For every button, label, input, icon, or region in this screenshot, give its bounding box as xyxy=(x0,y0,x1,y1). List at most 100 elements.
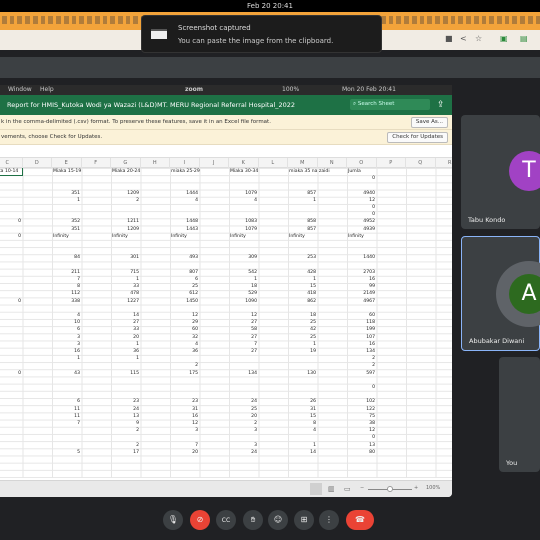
participant-tile-tabu[interactable]: T Tabu Kondo xyxy=(461,115,540,229)
bookmark-icon[interactable] xyxy=(118,16,123,24)
column-header-O[interactable]: O xyxy=(347,158,377,168)
cell[interactable]: 857 xyxy=(288,190,317,197)
cell[interactable]: 7 xyxy=(52,276,81,283)
cell[interactable]: 43 xyxy=(52,370,81,377)
cell[interactable]: 418 xyxy=(288,290,317,297)
menu-window[interactable]: Window xyxy=(8,85,32,95)
cell[interactable]: 15 xyxy=(288,413,317,420)
cell[interactable]: 2 xyxy=(111,427,140,434)
check-updates-button[interactable]: Check for Updates xyxy=(387,132,448,143)
cell[interactable]: 99 xyxy=(347,283,376,290)
cell[interactable]: 6 xyxy=(52,326,81,333)
cell[interactable]: 857 xyxy=(288,226,317,233)
raise-hand-button[interactable]: ✋︎ xyxy=(243,510,263,530)
cell[interactable]: 1090 xyxy=(229,298,258,305)
cell[interactable]: 338 xyxy=(52,298,81,305)
cell[interactable]: 27 xyxy=(229,348,258,355)
bookmark-icon[interactable] xyxy=(473,16,479,24)
cell[interactable]: 24 xyxy=(111,406,140,413)
cell[interactable]: 1083 xyxy=(229,218,258,225)
cell[interactable]: 10 xyxy=(52,319,81,326)
bookmark-icon[interactable] xyxy=(411,16,417,24)
cell[interactable]: 1 xyxy=(52,197,81,204)
zoom-slider-thumb[interactable] xyxy=(387,486,393,492)
cell[interactable]: 4 xyxy=(52,312,81,319)
cell[interactable]: 14 xyxy=(288,449,317,456)
cell[interactable]: 1450 xyxy=(170,298,199,305)
cell[interactable]: 478 xyxy=(111,290,140,297)
cell[interactable]: iaka 10-14 xyxy=(0,168,23,177)
cell[interactable]: 6 xyxy=(170,276,199,283)
cell[interactable]: 9 xyxy=(111,420,140,427)
cell[interactable]: 0 xyxy=(0,218,22,225)
cell[interactable]: 0 xyxy=(347,204,376,211)
bookmark-icon[interactable] xyxy=(56,16,61,24)
bookmark-icon[interactable] xyxy=(94,16,100,24)
cell[interactable]: 0 xyxy=(0,233,22,240)
page-layout-icon[interactable]: ▥ xyxy=(328,485,335,493)
cell[interactable]: 807 xyxy=(170,269,199,276)
cell[interactable]: 0 xyxy=(347,434,376,441)
cell[interactable]: 1079 xyxy=(229,226,258,233)
cell[interactable]: 4967 xyxy=(347,298,376,305)
cell[interactable]: 3 xyxy=(52,341,81,348)
cell[interactable]: 2 xyxy=(111,442,140,449)
cell[interactable]: 134 xyxy=(229,370,258,377)
cell[interactable]: miaka 35 na zaidi xyxy=(288,168,330,175)
column-header-P[interactable]: P xyxy=(377,158,406,168)
column-header-D[interactable]: D xyxy=(23,158,52,168)
cell[interactable]: 16 xyxy=(170,413,199,420)
cell[interactable]: 862 xyxy=(288,298,317,305)
screenshot-notification[interactable]: Screenshot captured You can paste the im… xyxy=(141,15,382,53)
cell[interactable]: 115 xyxy=(111,370,140,377)
bookmark-icon[interactable] xyxy=(17,16,23,24)
bookmark-icon[interactable] xyxy=(25,16,30,24)
present-button[interactable]: ⊞ xyxy=(294,510,314,530)
column-header-Q[interactable]: Q xyxy=(406,158,436,168)
column-header-J[interactable]: J xyxy=(200,158,229,168)
cell[interactable]: 8 xyxy=(288,420,317,427)
cell[interactable]: 253 xyxy=(288,254,317,261)
cell[interactable]: 1 xyxy=(288,197,317,204)
cell[interactable]: Jumla xyxy=(347,168,376,175)
emoji-button[interactable]: ☺ xyxy=(268,510,288,530)
cell[interactable]: 32 xyxy=(170,334,199,341)
cell[interactable]: 3 xyxy=(170,427,199,434)
bookmark-icon[interactable] xyxy=(458,16,464,24)
cell[interactable]: 23 xyxy=(170,398,199,405)
cell[interactable]: 11 xyxy=(52,413,81,420)
cell[interactable]: 20 xyxy=(229,413,258,420)
cell[interactable]: 1 xyxy=(111,276,140,283)
column-header-G[interactable]: G xyxy=(111,158,141,168)
cell[interactable]: 27 xyxy=(229,319,258,326)
cell[interactable]: 27 xyxy=(229,334,258,341)
cell[interactable]: 0 xyxy=(347,175,376,182)
cell[interactable]: 84 xyxy=(52,254,81,261)
cell[interactable]: 2 xyxy=(170,362,199,369)
cell[interactable]: 4939 xyxy=(347,226,376,233)
cell[interactable]: Infinity xyxy=(170,233,199,240)
cell[interactable]: 0 xyxy=(347,384,376,391)
cell[interactable]: 42 xyxy=(288,326,317,333)
cell[interactable]: Miaka 20-24 xyxy=(111,168,140,175)
column-header-K[interactable]: K xyxy=(229,158,259,168)
cell[interactable]: 26 xyxy=(288,398,317,405)
cell[interactable]: 1209 xyxy=(111,226,140,233)
cell[interactable]: 4 xyxy=(288,427,317,434)
cell[interactable]: 1 xyxy=(229,276,258,283)
cell[interactable]: 60 xyxy=(347,312,376,319)
cell[interactable]: 2 xyxy=(229,420,258,427)
cell[interactable]: 529 xyxy=(229,290,258,297)
zoom-in-button[interactable]: + xyxy=(414,485,418,491)
cell[interactable]: Infinity xyxy=(347,233,376,240)
cell[interactable]: 2703 xyxy=(347,269,376,276)
cell[interactable]: 3 xyxy=(52,334,81,341)
cell[interactable]: 20 xyxy=(111,334,140,341)
bookmark-icon[interactable] xyxy=(419,16,425,24)
extension-icon[interactable]: ▣ xyxy=(500,34,508,43)
cell[interactable]: 4940 xyxy=(347,190,376,197)
column-header-M[interactable]: M xyxy=(288,158,318,168)
bookmark-icon[interactable] xyxy=(396,16,402,24)
cell[interactable]: 858 xyxy=(288,218,317,225)
cell[interactable]: 2 xyxy=(347,355,376,362)
